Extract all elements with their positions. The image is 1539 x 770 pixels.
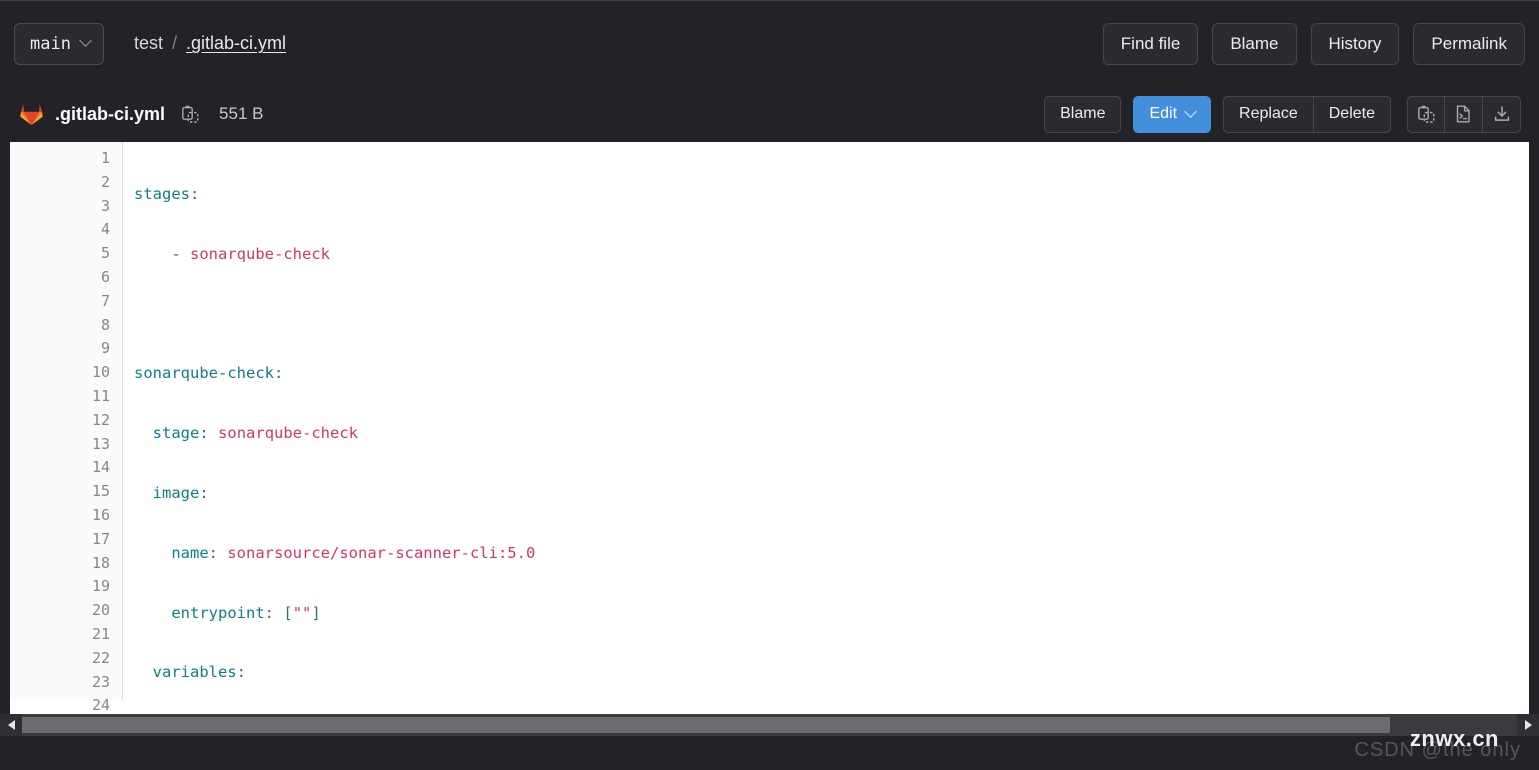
line-number[interactable]: 11 — [10, 385, 122, 409]
line-number[interactable]: 22 — [10, 647, 122, 671]
chevron-down-icon — [1184, 104, 1197, 118]
line-number[interactable]: 10 — [10, 361, 122, 385]
line-number[interactable]: 15 — [10, 480, 122, 504]
code-scroll-area[interactable]: 1 2 3 4 5 6 7 8 9 10 11 12 13 14 15 16 1… — [10, 142, 1529, 714]
file-content-panel: 1 2 3 4 5 6 7 8 9 10 11 12 13 14 15 16 1… — [10, 142, 1529, 714]
copy-path-icon[interactable] — [179, 103, 201, 125]
file-actions: Blame Edit Replace Delete — [1044, 95, 1521, 133]
replace-button[interactable]: Replace — [1223, 95, 1314, 133]
line-number[interactable]: 8 — [10, 314, 122, 338]
blame-button[interactable]: Blame — [1212, 22, 1297, 65]
watermark-bold: znwx.cn — [1409, 726, 1499, 751]
line-number[interactable]: 20 — [10, 599, 122, 623]
line-number-gutter: 1 2 3 4 5 6 7 8 9 10 11 12 13 14 15 16 1… — [10, 142, 123, 714]
horizontal-scrollbar[interactable] — [0, 714, 1539, 736]
breadcrumb-separator: / — [171, 33, 177, 53]
line-number[interactable]: 17 — [10, 528, 122, 552]
line-number[interactable]: 12 — [10, 409, 122, 433]
line-number[interactable]: 16 — [10, 504, 122, 528]
delete-button[interactable]: Delete — [1313, 95, 1391, 133]
line-number[interactable]: 7 — [10, 290, 122, 314]
line-number[interactable]: 2 — [10, 171, 122, 195]
breadcrumb-file[interactable]: .gitlab-ci.yml — [186, 33, 286, 54]
download-icon[interactable] — [1483, 95, 1521, 133]
repository-topbar: main test / .gitlab-ci.yml Find file Bla… — [0, 0, 1539, 86]
line-number[interactable]: 14 — [10, 456, 122, 480]
line-number[interactable]: 21 — [10, 623, 122, 647]
blame-toggle-button[interactable]: Blame — [1044, 95, 1122, 133]
line-number[interactable]: 18 — [10, 552, 122, 576]
chevron-down-icon — [79, 34, 92, 47]
copy-contents-icon[interactable] — [1407, 95, 1445, 133]
code-line: name: sonarsource/sonar-scanner-cli:5.0 — [171, 543, 536, 562]
line-number[interactable]: 6 — [10, 266, 122, 290]
branch-selector[interactable]: main — [14, 22, 104, 65]
code-line: - sonarqube-check — [171, 244, 330, 263]
edit-button-label: Edit — [1149, 105, 1178, 122]
line-number[interactable]: 9 — [10, 337, 122, 361]
line-number[interactable]: 24 — [10, 694, 122, 714]
line-number[interactable]: 19 — [10, 575, 122, 599]
scrollbar-thumb[interactable] — [22, 717, 1390, 733]
line-number[interactable]: 13 — [10, 433, 122, 457]
line-number[interactable]: 3 — [10, 195, 122, 219]
replace-delete-group: Replace Delete — [1223, 95, 1391, 133]
code-line: sonarqube-check: — [134, 364, 284, 383]
line-number[interactable]: 4 — [10, 218, 122, 242]
file-icon-actions — [1407, 95, 1521, 133]
find-file-button[interactable]: Find file — [1102, 22, 1199, 65]
line-number[interactable]: 1 — [10, 147, 122, 171]
code-content[interactable]: stages: - sonarqube-check sonarqube-chec… — [123, 142, 1529, 700]
gitlab-tanuki-icon — [20, 104, 43, 125]
breadcrumb: test / .gitlab-ci.yml — [134, 33, 286, 54]
file-size-label: 551 B — [219, 104, 264, 123]
history-button[interactable]: History — [1310, 22, 1400, 65]
breadcrumb-project[interactable]: test — [134, 33, 163, 54]
code-line: stage: sonarqube-check — [152, 424, 359, 443]
file-name-label: .gitlab-ci.yml — [55, 103, 166, 124]
line-number[interactable]: 23 — [10, 671, 122, 695]
gitlab-file-viewer: main test / .gitlab-ci.yml Find file Bla… — [0, 0, 1539, 770]
edit-button[interactable]: Edit — [1133, 95, 1212, 133]
code-line: entrypoint: [""] — [171, 603, 321, 622]
line-number[interactable]: 5 — [10, 242, 122, 266]
topbar-actions: Find file Blame History Permalink — [1102, 22, 1525, 65]
code-line: image: — [152, 483, 209, 502]
scroll-right-arrow-icon[interactable] — [1517, 714, 1539, 736]
branch-name-label: main — [30, 33, 71, 54]
permalink-button[interactable]: Permalink — [1413, 22, 1525, 65]
scroll-left-arrow-icon[interactable] — [0, 714, 22, 736]
code-line: stages: — [134, 185, 200, 203]
scrollbar-track[interactable] — [22, 714, 1517, 736]
open-raw-icon[interactable] — [1445, 95, 1483, 133]
code-line: variables: — [152, 663, 247, 682]
file-header-bar: .gitlab-ci.yml 551 B Blame Edit Replace … — [0, 86, 1539, 142]
